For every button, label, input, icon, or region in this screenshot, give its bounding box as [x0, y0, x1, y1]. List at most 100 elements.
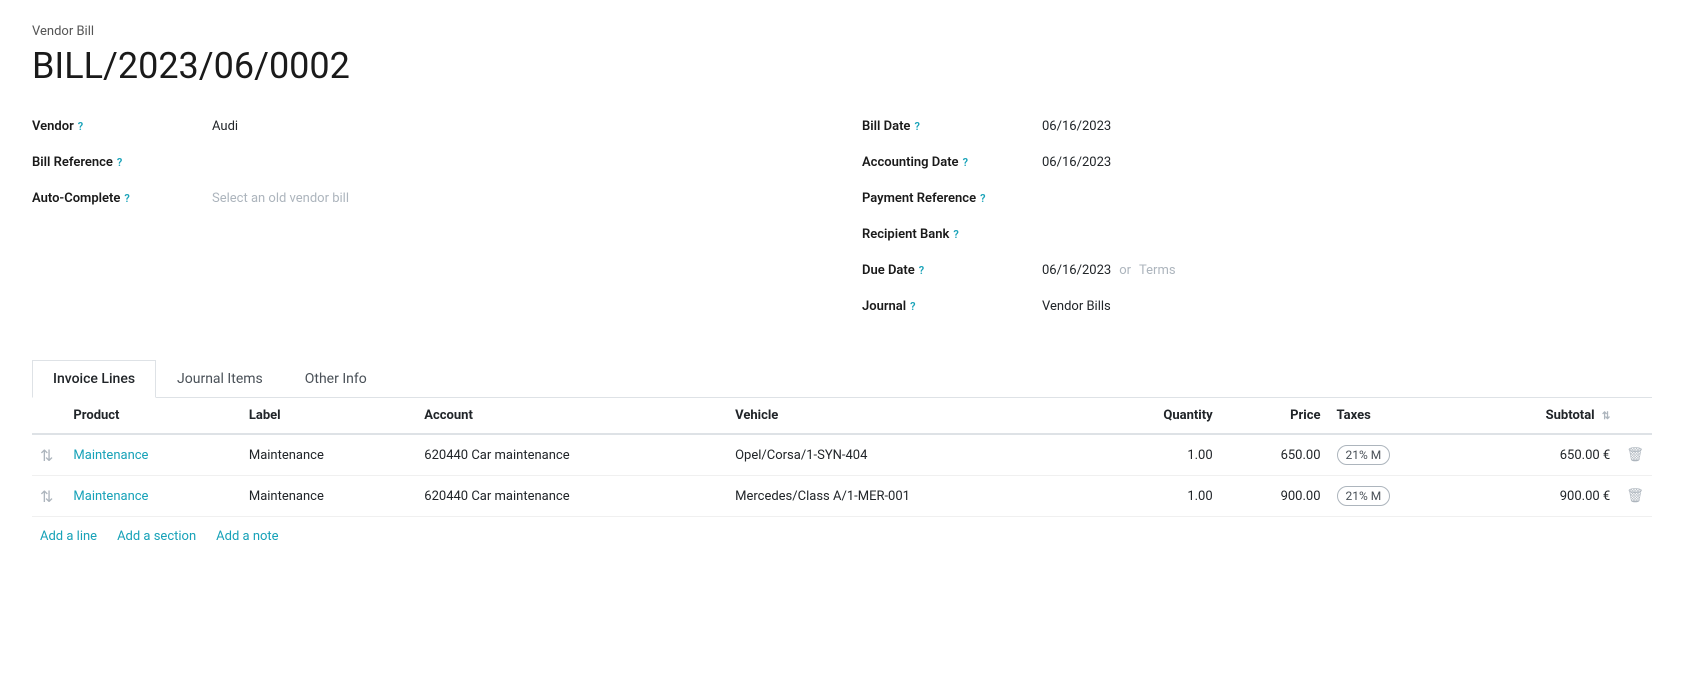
bill-date-field-row: Bill Date ? 06/16/2023	[862, 111, 1652, 147]
row1-subtotal-value: 650.00 €	[1560, 448, 1611, 463]
add-line-link[interactable]: Add a line	[40, 529, 97, 544]
auto-complete-label: Auto-Complete ?	[32, 191, 212, 206]
row2-product-link[interactable]: Maintenance	[73, 489, 148, 504]
due-date-terms-link[interactable]: Terms	[1139, 263, 1176, 278]
row2-quantity-value: 1.00	[1187, 489, 1212, 504]
journal-value[interactable]: Vendor Bills	[1042, 299, 1111, 314]
due-date-or: or	[1119, 263, 1131, 278]
bill-date-help-icon[interactable]: ?	[914, 120, 919, 133]
row1-price: 650.00	[1221, 434, 1329, 476]
row2-subtotal-value: 900.00 €	[1560, 489, 1611, 504]
drag-handle-icon[interactable]: ⇅	[40, 446, 57, 465]
right-fields: Bill Date ? 06/16/2023 Accounting Date ?…	[862, 111, 1652, 327]
row1-tax-badge[interactable]: 21% M	[1337, 445, 1391, 465]
row1-handle: ⇅	[32, 434, 65, 476]
auto-complete-value[interactable]: Select an old vendor bill	[212, 191, 349, 206]
bill-date-label: Bill Date ?	[862, 119, 1042, 134]
subtotal-sort-icon[interactable]: ⇅	[1602, 411, 1610, 422]
recipient-bank-field-row: Recipient Bank ?	[862, 219, 1652, 255]
col-header-product: Product	[65, 398, 240, 434]
col-header-taxes: Taxes	[1329, 398, 1463, 434]
tab-other-info[interactable]: Other Info	[284, 360, 388, 398]
due-date-help-icon[interactable]: ?	[919, 264, 924, 277]
row2-vehicle-value: Mercedes/Class A/1-MER-001	[735, 489, 910, 504]
col-header-handle	[32, 398, 65, 434]
row1-label-value: Maintenance	[249, 448, 324, 463]
vendor-value: Audi	[212, 119, 238, 134]
row1-price-value: 650.00	[1281, 448, 1321, 463]
due-date-value[interactable]: 06/16/2023	[1042, 263, 1111, 278]
row1-subtotal: 650.00 €	[1463, 434, 1618, 476]
auto-complete-help-icon[interactable]: ?	[124, 192, 129, 205]
bill-reference-field-row: Bill Reference ?	[32, 147, 822, 183]
recipient-bank-label: Recipient Bank ?	[862, 227, 1042, 242]
row1-product: Maintenance	[65, 434, 240, 476]
invoice-table: Product Label Account Vehicle Quantity P…	[32, 398, 1652, 517]
due-date-row: 06/16/2023 or Terms	[1042, 263, 1176, 278]
tab-invoice-lines[interactable]: Invoice Lines	[32, 360, 156, 398]
payment-reference-label: Payment Reference ?	[862, 191, 1042, 206]
row1-label: Maintenance	[241, 434, 416, 476]
left-fields: Vendor ? Audi Bill Reference ? Auto-Comp…	[32, 111, 822, 327]
add-note-link[interactable]: Add a note	[216, 529, 278, 544]
table-footer: Add a line Add a section Add a note	[32, 517, 1652, 556]
row1-vehicle-value: Opel/Corsa/1-SYN-404	[735, 448, 867, 463]
col-header-account: Account	[416, 398, 727, 434]
row1-product-link[interactable]: Maintenance	[73, 448, 148, 463]
row2-subtotal: 900.00 €	[1463, 476, 1618, 517]
row2-delete: 🗑	[1618, 476, 1652, 517]
row1-account: 620440 Car maintenance	[416, 434, 727, 476]
row2-taxes: 21% M	[1329, 476, 1463, 517]
row1-delete-icon[interactable]: 🗑	[1626, 447, 1644, 463]
row1-vehicle: Opel/Corsa/1-SYN-404	[727, 434, 1095, 476]
add-section-link[interactable]: Add a section	[117, 529, 196, 544]
table-header-row: Product Label Account Vehicle Quantity P…	[32, 398, 1652, 434]
row1-taxes: 21% M	[1329, 434, 1463, 476]
accounting-date-label: Accounting Date ?	[862, 155, 1042, 170]
accounting-date-value[interactable]: 06/16/2023	[1042, 155, 1111, 170]
col-header-quantity: Quantity	[1095, 398, 1221, 434]
bill-reference-help-icon[interactable]: ?	[117, 156, 122, 169]
vendor-help-icon[interactable]: ?	[78, 120, 83, 133]
row2-price: 900.00	[1221, 476, 1329, 517]
vendor-field-row: Vendor ? Audi	[32, 111, 822, 147]
drag-handle-icon[interactable]: ⇅	[40, 487, 57, 506]
accounting-date-help-icon[interactable]: ?	[963, 156, 968, 169]
row2-handle: ⇅	[32, 476, 65, 517]
journal-label: Journal ?	[862, 299, 1042, 314]
row2-label-value: Maintenance	[249, 489, 324, 504]
bill-date-value[interactable]: 06/16/2023	[1042, 119, 1111, 134]
payment-reference-help-icon[interactable]: ?	[980, 192, 985, 205]
bill-reference-label: Bill Reference ?	[32, 155, 212, 170]
journal-help-icon[interactable]: ?	[910, 300, 915, 313]
col-header-price: Price	[1221, 398, 1329, 434]
due-date-field-row: Due Date ? 06/16/2023 or Terms	[862, 255, 1652, 291]
row2-vehicle: Mercedes/Class A/1-MER-001	[727, 476, 1095, 517]
col-header-vehicle: Vehicle	[727, 398, 1095, 434]
table-row: ⇅ Maintenance Maintenance 620440 Car mai…	[32, 476, 1652, 517]
col-header-delete	[1618, 398, 1652, 434]
row2-price-value: 900.00	[1281, 489, 1321, 504]
row2-tax-badge[interactable]: 21% M	[1337, 486, 1391, 506]
row1-account-value: 620440 Car maintenance	[424, 448, 569, 463]
vendor-label: Vendor ?	[32, 119, 212, 134]
recipient-bank-help-icon[interactable]: ?	[953, 228, 958, 241]
accounting-date-field-row: Accounting Date ? 06/16/2023	[862, 147, 1652, 183]
page-title: BILL/2023/06/0002	[32, 45, 1652, 87]
page-subtitle: Vendor Bill	[32, 24, 1652, 39]
auto-complete-field-row: Auto-Complete ? Select an old vendor bil…	[32, 183, 822, 219]
row2-product: Maintenance	[65, 476, 240, 517]
row1-quantity-value: 1.00	[1187, 448, 1212, 463]
tabs-container: Invoice Lines Journal Items Other Info	[32, 359, 1652, 398]
table-row: ⇅ Maintenance Maintenance 620440 Car mai…	[32, 434, 1652, 476]
row2-quantity: 1.00	[1095, 476, 1221, 517]
payment-reference-field-row: Payment Reference ?	[862, 183, 1652, 219]
row2-account-value: 620440 Car maintenance	[424, 489, 569, 504]
row2-delete-icon[interactable]: 🗑	[1626, 488, 1644, 504]
tab-journal-items[interactable]: Journal Items	[156, 360, 284, 398]
col-header-label: Label	[241, 398, 416, 434]
journal-field-row: Journal ? Vendor Bills	[862, 291, 1652, 327]
row2-account: 620440 Car maintenance	[416, 476, 727, 517]
row1-delete: 🗑	[1618, 434, 1652, 476]
row1-quantity: 1.00	[1095, 434, 1221, 476]
